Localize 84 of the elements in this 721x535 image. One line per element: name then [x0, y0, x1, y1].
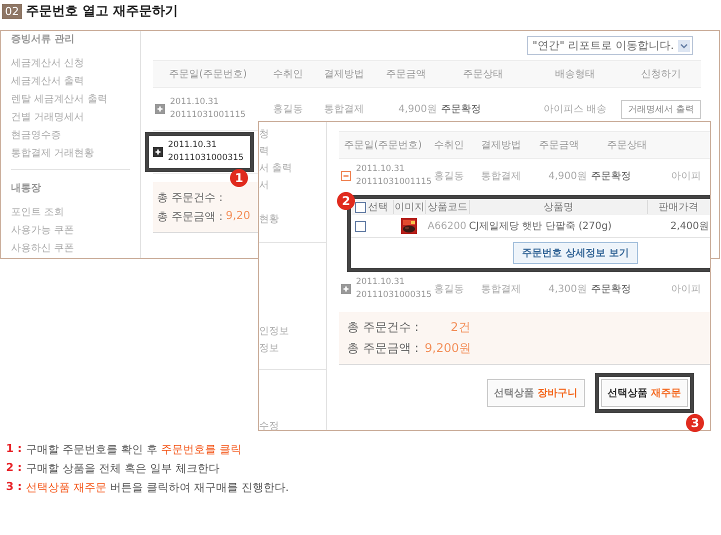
step-number: 2 :	[6, 461, 22, 476]
column-header: 판매가격	[647, 200, 709, 214]
summary-value: 9,200원	[424, 340, 472, 357]
summary-label: 총 주문건수 :	[157, 190, 223, 205]
table-cell-text: 주문확정	[590, 283, 632, 296]
table-cell-text: 통합결제	[480, 283, 522, 296]
section-number: 02	[2, 4, 22, 18]
order-number[interactable]: 20111031000315	[356, 289, 432, 302]
column-header: 상품코드	[425, 200, 469, 214]
expand-icon[interactable]	[153, 147, 163, 157]
summary-value: 2건	[450, 319, 470, 336]
sidebar-heading: 증빙서류 관리	[11, 33, 76, 47]
table-cell-text: 4,900원	[397, 103, 437, 116]
section-title: 주문번호 열고 재주문하기	[26, 3, 178, 20]
table-cell-text: 아이피	[670, 283, 702, 296]
order-number[interactable]: 20111031000315	[168, 152, 244, 165]
select-all-checkbox[interactable]	[355, 202, 366, 212]
instruction-text: 선택상품 재주문 버튼을 클릭하여 재구매를 진행한다.	[26, 480, 289, 495]
sidebar-item[interactable]: 건별 거래명세서	[11, 109, 130, 127]
sidebar-item[interactable]: 통합결제 거래현황	[11, 145, 130, 163]
collapse-icon[interactable]	[341, 171, 351, 181]
step-number: 1 :	[6, 442, 22, 457]
sidebar-item[interactable]: 서	[259, 177, 326, 194]
reorder-button[interactable]: 선택상품 재주문	[600, 379, 688, 407]
column-header: 주문상태	[606, 139, 648, 152]
sidebar-item[interactable]: 서 출력	[259, 160, 326, 177]
column-header: 상품명	[469, 200, 647, 214]
sidebar-item[interactable]: 현금영수증	[11, 127, 130, 145]
summary-label: 총 주문금액 :	[157, 209, 223, 224]
summary-value: 9,20	[226, 209, 250, 224]
order-number[interactable]: 20111031001115	[170, 109, 246, 122]
summary-label: 총 주문금액 :	[347, 340, 419, 357]
column-header: 주문상태	[462, 68, 504, 81]
table-cell-text: 주문확정	[590, 170, 632, 183]
sidebar-item[interactable]: 인정보	[259, 323, 326, 340]
table-cell-text: 4,900원	[547, 170, 587, 183]
order-detail-button[interactable]: 주문번호 상세정보 보기	[513, 242, 638, 264]
sidebar-item[interactable]: 세금계산서 신청	[11, 55, 130, 73]
sidebar-item[interactable]: 청	[259, 126, 326, 143]
table-cell-text: 4,300원	[547, 283, 587, 296]
table-cell-text: CJ제일제당 햇반 단팥죽 (270g)	[469, 220, 613, 233]
statement-print-button[interactable]: 거래명세서 출력	[621, 100, 701, 118]
sidebar-heading: 내통장	[11, 182, 42, 196]
sidebar-item[interactable]: 사용가능 쿠폰	[11, 222, 130, 240]
checkbox[interactable]	[355, 220, 366, 232]
sidebar-item[interactable]: 사용하신 쿠폰	[11, 240, 130, 258]
column-header: 수취인	[433, 139, 465, 152]
instruction-text: 구매할 상품을 전체 혹은 일부 체크한다	[26, 461, 220, 476]
column-header: 배송형태	[554, 68, 596, 81]
table-cell-text: 아이피스 배송	[542, 103, 608, 116]
order-number[interactable]: 20111031001115	[356, 176, 432, 189]
caret-icon	[678, 40, 690, 52]
table-cell-text: 통합결제	[480, 170, 522, 183]
order-date[interactable]: 2011.10.31	[168, 139, 244, 152]
sidebar-item[interactable]: 포인트 조회	[11, 204, 130, 222]
sidebar-item[interactable]: 정보	[259, 340, 326, 370]
order-date[interactable]: 2011.10.31	[356, 276, 432, 289]
column-header: 이미지	[393, 200, 425, 214]
order-date[interactable]: 2011.10.31	[356, 163, 432, 176]
sidebar-item[interactable]: 렌탈 세금계산서 출력	[11, 91, 130, 109]
table-cell-text: 2,400원	[669, 220, 709, 233]
column-header: 결제방법	[480, 139, 522, 152]
column-header: 수취인	[272, 68, 304, 81]
report-dropdown[interactable]: "연간" 리포트로 이동합니다.	[527, 36, 693, 55]
step-number: 3 :	[6, 480, 22, 495]
table-cell-text: A66200	[426, 220, 468, 232]
column-header: 주문금액	[385, 68, 427, 81]
column-header: 주문일(주문번호)	[343, 139, 423, 152]
table-cell-text: 통합결제	[323, 103, 365, 116]
column-header: 주문금액	[538, 139, 580, 152]
sidebar-item[interactable]: 세금계산서 출력	[11, 73, 130, 91]
summary-label: 총 주문건수 :	[347, 319, 419, 336]
instruction-text: 구매할 주문번호를 확인 후 주문번호를 클릭	[26, 442, 242, 457]
column-header: 선택	[368, 201, 388, 214]
sidebar-item[interactable]: 현황	[259, 211, 326, 243]
add-to-cart-button[interactable]: 선택상품 장바구니	[487, 379, 585, 407]
table-cell-text: 아이피	[670, 170, 702, 183]
table-cell-text: 홍길동	[272, 103, 304, 116]
table-cell-text: 주문확정	[440, 103, 482, 116]
column-header: 신청하기	[640, 68, 682, 81]
order-date[interactable]: 2011.10.31	[170, 96, 246, 109]
sidebar-item[interactable]: 력	[259, 143, 326, 160]
column-header: 주문일(주문번호)	[168, 68, 248, 81]
column-header: 결제방법	[323, 68, 365, 81]
